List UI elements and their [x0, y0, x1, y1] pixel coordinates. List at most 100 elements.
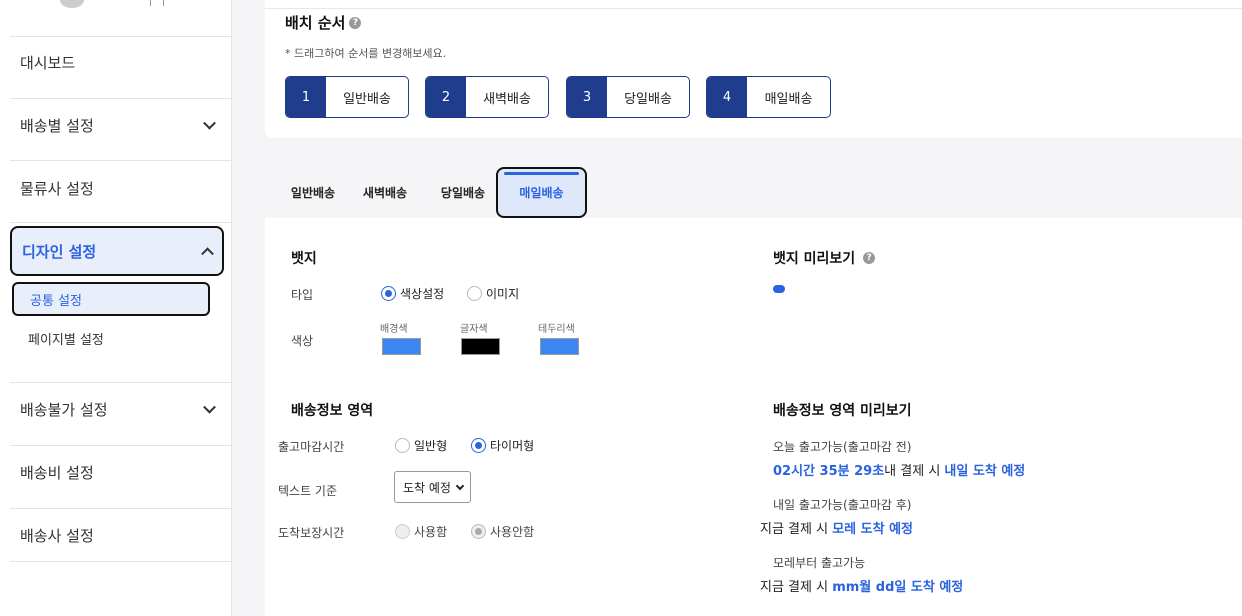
- type-label: 타입: [291, 288, 314, 302]
- tab-standard[interactable]: 일반배송: [277, 167, 349, 218]
- radio-color-setting[interactable]: 색상설정: [381, 285, 444, 302]
- preview-text-tomorrow: 지금 결제 시 모레 도착 예정: [760, 518, 913, 537]
- badge-preview: [773, 285, 785, 293]
- chevron-down-icon: [203, 116, 216, 130]
- radio-selected-icon: [381, 286, 396, 301]
- order-number: 1: [286, 77, 326, 117]
- cutoff-label: 출고마감시간: [278, 440, 345, 454]
- preview-text-today: 02시간 35분 29초내 결제 시 내일 도착 예정: [773, 460, 1025, 479]
- badge-preview-title: 뱃지 미리보기 ?: [773, 248, 876, 268]
- tab-dawn[interactable]: 새벽배송: [355, 167, 415, 218]
- radio-unselected-icon: [467, 286, 482, 301]
- badge-preview-title-text: 뱃지 미리보기: [773, 251, 856, 267]
- radio-label: 일반형: [414, 439, 448, 453]
- top-cut-element: [150, 0, 164, 6]
- help-icon[interactable]: ?: [349, 16, 362, 29]
- text-basis-label: 텍스트 기준: [278, 484, 338, 498]
- divider: [10, 36, 232, 37]
- help-icon[interactable]: ?: [863, 252, 876, 264]
- order-item-standard[interactable]: 1 일반배송: [285, 76, 409, 118]
- divider: [10, 508, 232, 509]
- radio-disabled-icon: [395, 524, 410, 539]
- order-item-daily[interactable]: 4 매일배송: [706, 76, 831, 118]
- order-card: 배치 순서 ? * 드래그하여 순서를 변경해보세요. 1 일반배송 2 새벽배…: [265, 0, 1242, 138]
- settings-card: 뱃지 타입 색상설정 이미지 색상 배경색 글자색 테두리색 뱃지 미리보기 ?…: [265, 218, 1242, 616]
- plain-text: 내 결제 시: [884, 464, 945, 479]
- radio-label: 색상설정: [400, 287, 445, 301]
- sidebar: 대시보드 배송별 설정 물류사 설정 디자인 설정 공통 설정 페이지별 설정 …: [0, 0, 232, 616]
- order-label: 매일배송: [764, 91, 813, 107]
- radio-unselected-icon: [395, 438, 410, 453]
- delivery-tabs: 일반배송 새벽배송 당일배송 매일배송: [265, 167, 1242, 218]
- sidebar-subitem-common-settings[interactable]: 공통 설정: [12, 282, 210, 316]
- avatar: [60, 0, 84, 8]
- divider: [10, 160, 232, 161]
- sidebar-item-label: 물류사 설정: [20, 179, 94, 198]
- delivery-info-title-text: 배송정보 영역: [291, 403, 374, 419]
- sidebar-item-carrier-settings[interactable]: 배송사 설정: [10, 513, 224, 557]
- radio-label: 사용안함: [490, 525, 535, 539]
- chevron-down-icon: [203, 400, 216, 414]
- arrival-text: 모레 도착 예정: [832, 522, 914, 537]
- order-title: 배치 순서 ?: [285, 12, 362, 33]
- preview-label-today: 오늘 출고가능(출고마감 전): [773, 440, 912, 454]
- text-basis-select[interactable]: 도착 예정: [394, 471, 471, 503]
- sidebar-item-design-settings[interactable]: 디자인 설정: [10, 226, 224, 276]
- sidebar-item-label: 대시보드: [20, 53, 76, 72]
- swatch-background-color[interactable]: [382, 338, 421, 355]
- delivery-info-title: 배송정보 영역: [291, 400, 373, 420]
- divider: [265, 8, 1242, 9]
- radio-label: 이미지: [486, 287, 520, 301]
- tab-daily[interactable]: 매일배송: [496, 167, 587, 218]
- divider: [10, 561, 232, 562]
- radio-disabled-selected-icon: [471, 524, 486, 539]
- radio-use[interactable]: 사용함: [395, 523, 447, 540]
- preview-label-later: 모레부터 출고가능: [773, 556, 866, 570]
- radio-image[interactable]: 이미지: [467, 285, 519, 302]
- radio-standard-type[interactable]: 일반형: [395, 437, 447, 454]
- sidebar-item-label: 배송비 설정: [20, 463, 94, 482]
- order-label: 일반배송: [343, 91, 391, 107]
- sidebar-subitem-label: 공통 설정: [30, 293, 82, 309]
- divider: [10, 382, 232, 383]
- swatch-label-bg: 배경색: [380, 324, 408, 335]
- delivery-preview-title-text: 배송정보 영역 미리보기: [773, 403, 912, 419]
- delivery-preview-title: 배송정보 영역 미리보기: [773, 400, 912, 420]
- badge-title-text: 뱃지: [291, 251, 317, 267]
- sidebar-item-delivery-settings[interactable]: 배송별 설정: [10, 103, 224, 147]
- order-hint: * 드래그하여 순서를 변경해보세요.: [285, 47, 447, 60]
- order-number: 3: [567, 77, 607, 117]
- chevron-up-icon: [201, 247, 214, 261]
- order-item-dawn[interactable]: 2 새벽배송: [425, 76, 549, 118]
- radio-label: 타이머형: [490, 439, 535, 453]
- tab-sameday[interactable]: 당일배송: [433, 167, 493, 218]
- badge-title: 뱃지: [291, 248, 317, 268]
- order-label: 새벽배송: [483, 91, 531, 107]
- sidebar-item-undeliverable-settings[interactable]: 배송불가 설정: [10, 387, 224, 431]
- swatch-border-color[interactable]: [540, 338, 579, 355]
- sidebar-subitem-label: 페이지별 설정: [28, 332, 104, 348]
- divider: [10, 222, 232, 223]
- swatch-label-text: 글자색: [460, 324, 488, 335]
- order-title-text: 배치 순서: [285, 14, 346, 32]
- preview-label-tomorrow: 내일 출고가능(출고마감 후): [773, 498, 912, 512]
- sidebar-item-label: 배송별 설정: [20, 116, 94, 135]
- divider: [10, 98, 232, 99]
- color-label: 색상: [291, 334, 314, 348]
- order-item-sameday[interactable]: 3 당일배송: [566, 76, 690, 118]
- order-label: 당일배송: [624, 91, 672, 107]
- sidebar-item-label: 배송불가 설정: [20, 400, 108, 419]
- radio-selected-icon: [471, 438, 486, 453]
- radio-not-use[interactable]: 사용안함: [471, 523, 534, 540]
- swatch-text-color[interactable]: [461, 338, 500, 355]
- arrival-text: mm월 dd일 도착 예정: [832, 580, 964, 595]
- sidebar-item-logistics-settings[interactable]: 물류사 설정: [10, 166, 224, 210]
- order-number: 4: [707, 77, 747, 117]
- chevron-down-icon: [455, 481, 465, 491]
- sidebar-item-dashboard[interactable]: 대시보드: [10, 40, 224, 84]
- sidebar-item-shipping-fee-settings[interactable]: 배송비 설정: [10, 450, 224, 494]
- radio-timer-type[interactable]: 타이머형: [471, 437, 534, 454]
- sidebar-subitem-page-settings[interactable]: 페이지별 설정: [12, 321, 210, 355]
- timer-text: 02시간 35분 29초: [773, 464, 885, 479]
- sidebar-item-label: 배송사 설정: [20, 526, 94, 545]
